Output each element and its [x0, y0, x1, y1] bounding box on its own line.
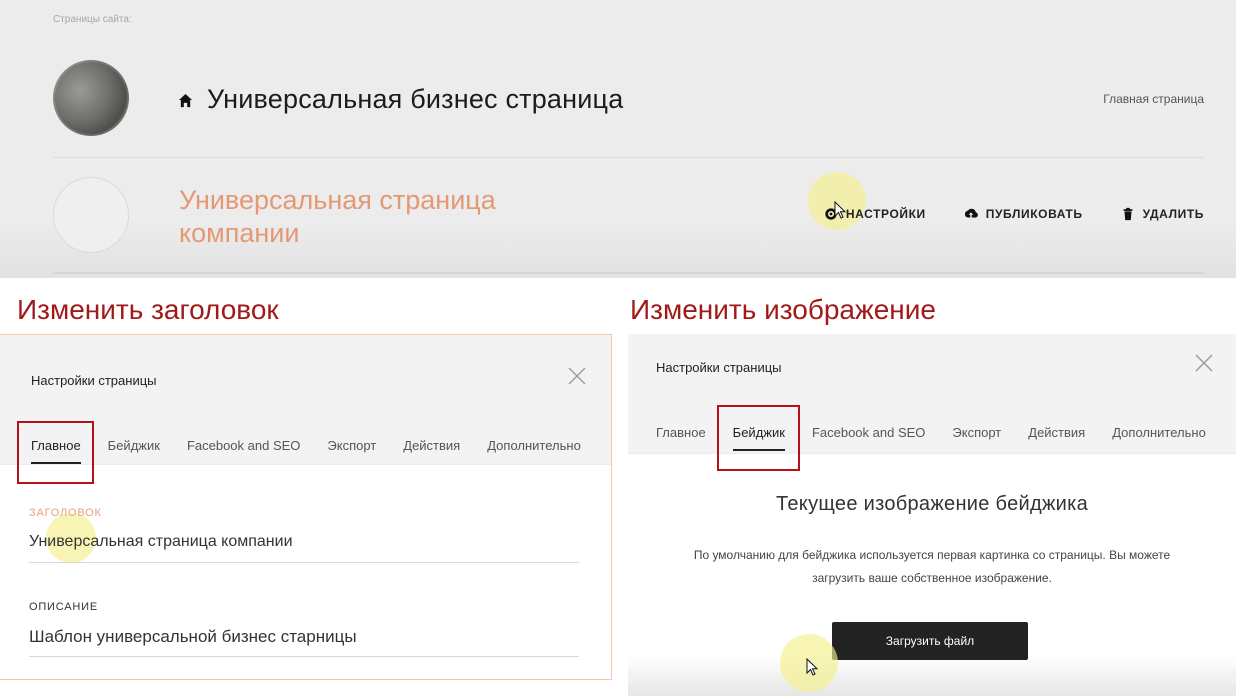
upload-file-button[interactable]: Загрузить файл	[832, 622, 1028, 660]
tab-actions[interactable]: Действия	[403, 438, 460, 453]
upload-icon	[964, 208, 978, 219]
page-settings-dialog-main: Настройки страницы Главное Бейджик Faceb…	[0, 334, 612, 680]
tab-badge[interactable]: Бейджик	[108, 438, 160, 453]
title-input-underline	[29, 562, 579, 563]
page-title[interactable]: Универсальная бизнес страница	[207, 84, 623, 115]
mouse-cursor-icon	[806, 658, 819, 676]
page-settings-dialog-badge: Настройки страницы Главное Бейджик Faceb…	[628, 334, 1236, 696]
page-thumbnail[interactable]	[53, 60, 129, 136]
publish-label: ПУБЛИКОВАТЬ	[985, 207, 1083, 221]
site-pages-panel: Страницы сайта: Универсальная бизнес стр…	[0, 0, 1236, 278]
tab-export[interactable]: Экспорт	[327, 438, 376, 453]
dialog-header: Настройки страницы Главное Бейджик Faceb…	[0, 335, 611, 465]
tab-facebook-seo[interactable]: Facebook and SEO	[812, 425, 925, 440]
delete-button[interactable]: УДАЛИТЬ	[1121, 207, 1204, 221]
tab-advanced[interactable]: Дополнительно	[487, 438, 581, 453]
title-field-label: ЗАГОЛОВОК	[29, 507, 102, 519]
bottom-fade	[628, 656, 1236, 696]
tab-facebook-seo[interactable]: Facebook and SEO	[187, 438, 300, 453]
mouse-cursor-icon	[834, 201, 847, 219]
page-actions: НАСТРОЙКИ ПУБЛИКОВАТЬ УДАЛИТЬ	[824, 207, 1204, 221]
tab-main[interactable]: Главное	[656, 425, 706, 440]
description-input[interactable]: Шаблон универсальной бизнес старницы	[29, 627, 357, 647]
page-thumbnail-empty[interactable]	[53, 177, 129, 253]
dialog-title: Настройки страницы	[656, 360, 782, 375]
section-label: Страницы сайта:	[53, 14, 132, 25]
trash-icon	[1123, 207, 1132, 221]
description-input-underline	[29, 656, 579, 657]
tab-badge[interactable]: Бейджик	[732, 425, 786, 451]
delete-label: УДАЛИТЬ	[1142, 207, 1204, 221]
home-icon	[178, 93, 193, 108]
tab-actions[interactable]: Действия	[1028, 425, 1085, 440]
dialog-header: Настройки страницы Главное Бейджик Faceb…	[628, 334, 1236, 454]
tab-advanced[interactable]: Дополнительно	[1112, 425, 1206, 440]
page-title-selected[interactable]: Универсальная страница компании	[179, 184, 559, 250]
divider	[53, 157, 1204, 158]
description-field-label: ОПИСАНИЕ	[29, 601, 98, 613]
settings-label: НАСТРОЙКИ	[845, 207, 926, 221]
settings-tabs: Главное Бейджик Facebook and SEO Экспорт…	[656, 425, 1206, 451]
tab-export[interactable]: Экспорт	[952, 425, 1001, 440]
caption-change-image: Изменить изображение	[630, 294, 936, 325]
title-input[interactable]: Универсальная страница компании	[29, 533, 293, 551]
settings-tabs: Главное Бейджик Facebook and SEO Экспорт…	[31, 438, 581, 464]
badge-image-description: По умолчанию для бейджика используется п…	[693, 548, 1171, 585]
close-icon[interactable]	[1194, 353, 1214, 373]
close-icon[interactable]	[567, 366, 587, 386]
caption-change-title: Изменить заголовок	[17, 294, 279, 325]
home-page-badge: Главная страница	[1103, 92, 1204, 106]
publish-button[interactable]: ПУБЛИКОВАТЬ	[964, 207, 1083, 221]
divider	[53, 272, 1204, 274]
badge-image-heading: Текущее изображение бейджика	[775, 493, 1089, 515]
dialog-title: Настройки страницы	[31, 373, 157, 388]
tab-main[interactable]: Главное	[31, 438, 81, 464]
